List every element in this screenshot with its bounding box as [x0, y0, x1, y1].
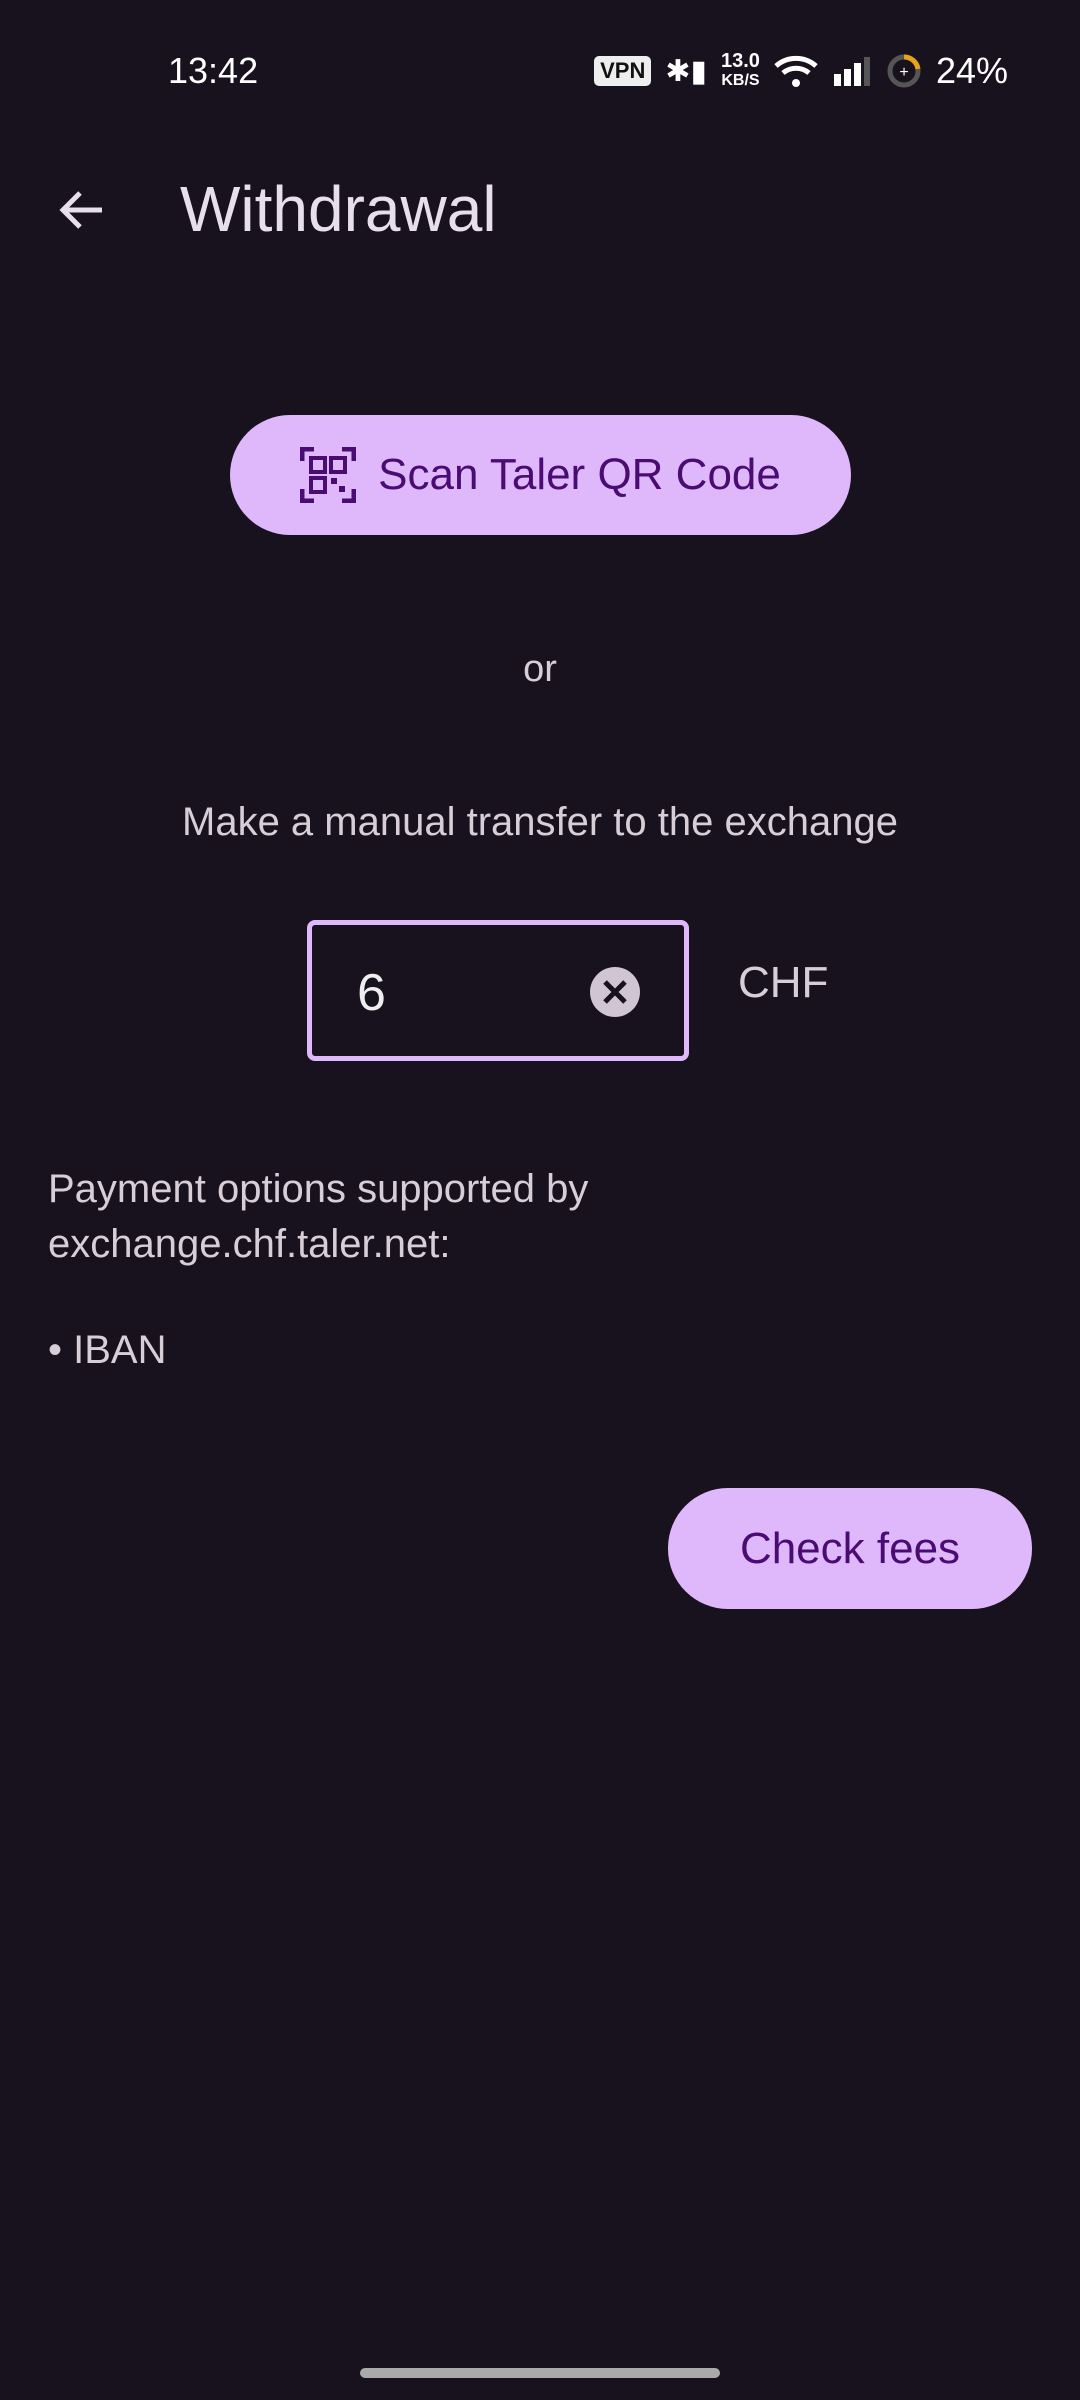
battery-percent: 24%: [935, 50, 1008, 91]
vpn-icon: VPN: [594, 56, 652, 86]
status-time: 13:42: [168, 50, 259, 91]
or-divider-text: or: [523, 648, 557, 690]
page-title: Withdrawal: [180, 173, 497, 245]
back-arrow-icon[interactable]: [52, 180, 112, 240]
bluetooth-icon: ✱▮: [665, 54, 707, 88]
home-indicator[interactable]: [360, 2368, 720, 2378]
qr-code-scanner-icon: [300, 447, 357, 503]
amount-input[interactable]: 6: [307, 920, 689, 1061]
check-fees-button[interactable]: Check fees: [668, 1488, 1032, 1609]
status-icons: VPN ✱▮ 13.0 KB/S + 24%: [594, 50, 1008, 92]
battery-saver-icon: +: [887, 54, 921, 88]
scan-qr-button[interactable]: Scan Taler QR Code: [230, 415, 851, 535]
svg-text:+: +: [899, 64, 908, 81]
payment-options-text: Payment options supported by exchange.ch…: [48, 1162, 588, 1272]
speed-unit: KB/S: [721, 72, 760, 89]
manual-transfer-label: Make a manual transfer to the exchange: [182, 800, 898, 844]
clear-input-icon[interactable]: [590, 967, 640, 1017]
currency-label: CHF: [738, 958, 829, 1007]
speed-value: 13.0: [721, 50, 760, 72]
signal-icon: [833, 57, 870, 86]
network-speed: 13.0 KB/S: [721, 50, 760, 90]
scan-qr-label: Scan Taler QR Code: [378, 450, 781, 499]
payment-option-item: • IBAN: [48, 1328, 167, 1372]
amount-value[interactable]: 6: [357, 963, 386, 1023]
check-fees-label: Check fees: [739, 1523, 961, 1573]
wifi-icon: [774, 55, 818, 87]
payment-options-line1: Payment options supported by: [48, 1167, 589, 1211]
payment-options-line2: exchange.chf.taler.net:: [48, 1222, 451, 1266]
